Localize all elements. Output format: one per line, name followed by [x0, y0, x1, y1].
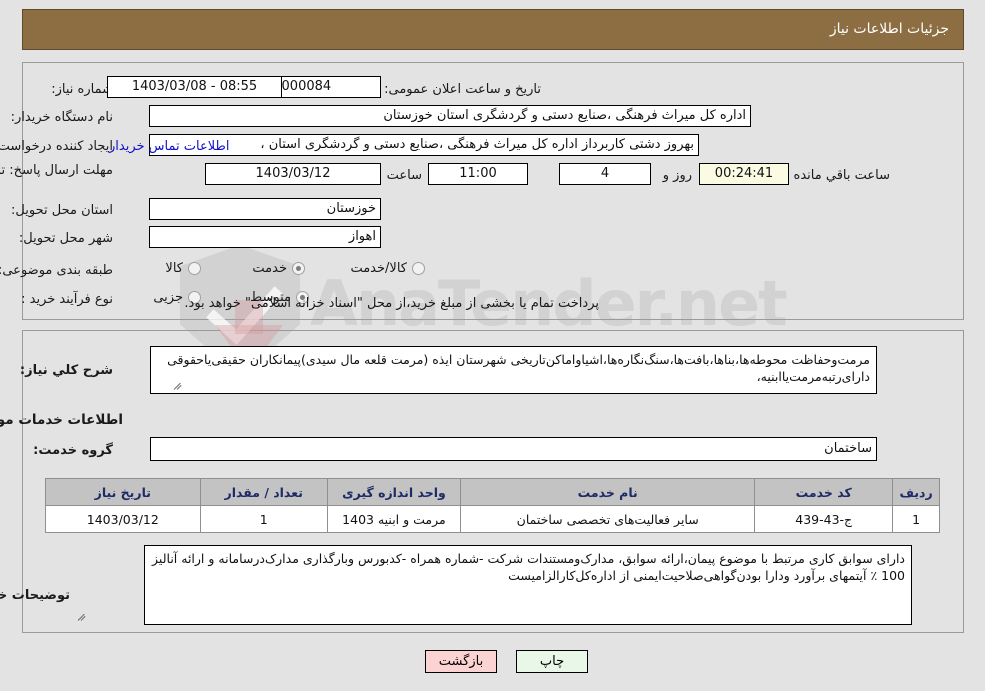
service-group-field[interactable]: ساختمان [150, 437, 877, 461]
col-unit: واحد اندازه گیری [326, 478, 462, 506]
services-table: ردیف کد خدمت نام خدمت واحد اندازه گیری ت… [45, 478, 940, 533]
radio-indicator [188, 262, 201, 275]
delivery-city-label: شهر محل تحویل: [18, 231, 113, 246]
buyer-contact-link[interactable]: اطلاعات تماس خریدار [109, 139, 229, 154]
page-header-bar: جزئیات اطلاعات نیاز [22, 9, 964, 50]
classification-radio-khedmat[interactable]: خدمت [252, 261, 305, 276]
process-option-label: جزیی [153, 290, 183, 305]
description-resize-grip[interactable] [173, 381, 183, 391]
buyer-org-field: اداره کل میراث فرهنگی ،صنایع دستی و گردش… [149, 105, 751, 127]
requester-field: بهروز دشتی کاربرداز اداره کل میراث فرهنگ… [149, 134, 699, 156]
deadline-time-field: 11:00 [428, 163, 528, 185]
page-title: جزئیات اطلاعات نیاز [829, 21, 949, 37]
need-details-panel [22, 62, 964, 320]
general-description-textarea[interactable]: مرمت‌وحفاظت محوطه‌ها،بناها،بافت‌ها،سنگ‌ن… [150, 346, 877, 394]
days-label: روز و [662, 168, 692, 183]
cell-row-no: 1 [892, 505, 940, 533]
hour-label: ساعت [386, 168, 422, 183]
deadline-label: مهلت ارسال پاسخ: تا تاریخ: [0, 163, 113, 178]
classification-option-label: خدمت [252, 261, 287, 276]
cell-quantity: 1 [199, 505, 328, 533]
buyer-notes-resize-grip[interactable] [77, 612, 87, 622]
page-root: جزئیات اطلاعات نیاز شماره نیاز: 11030053… [0, 0, 985, 691]
back-button[interactable]: بازگشت [425, 650, 497, 673]
table-header-row: ردیف کد خدمت نام خدمت واحد اندازه گیری ت… [45, 478, 940, 506]
countdown-field: 00:24:41 [699, 163, 789, 185]
col-service-code: کد خدمت [754, 478, 894, 506]
requester-label: ایجاد کننده درخواست: [0, 139, 113, 154]
classification-option-label: کالا [165, 261, 183, 276]
purchase-process-label: نوع فرآیند خرید : [21, 292, 113, 307]
announce-datetime-field: 08:55 - 1403/03/08 [107, 76, 282, 98]
days-remaining-field: 4 [559, 163, 651, 185]
service-group-label: گروه خدمت: [33, 443, 113, 458]
classification-radio-kala-khedmat[interactable]: کالا/خدمت [350, 261, 425, 276]
announce-datetime-label: تاریخ و ساعت اعلان عمومی: [384, 82, 541, 97]
buyer-notes-textarea[interactable]: دارای سوابق کاری مرتبط با موضوع پیمان،ار… [144, 545, 912, 625]
need-number-label: شماره نیاز: [51, 82, 113, 97]
col-quantity: تعداد / مقدار [199, 478, 328, 506]
delivery-city-field: اهواز [149, 226, 381, 248]
deadline-date-field: 1403/03/12 [205, 163, 381, 185]
cell-service-name: سایر فعالیت‌های تخصصی ساختمان [460, 505, 756, 533]
cell-unit: مرمت و ابنیه 1403 [326, 505, 462, 533]
delivery-province-label: استان محل تحویل: [11, 203, 113, 218]
col-need-date: تاریخ نیاز [45, 478, 201, 506]
cell-need-date: 1403/03/12 [45, 505, 201, 533]
col-row-no: ردیف [892, 478, 940, 506]
classification-label: طبقه بندی موضوعی: [0, 263, 113, 278]
col-service-name: نام خدمت [460, 478, 756, 506]
delivery-province-field: خوزستان [149, 198, 381, 220]
print-button[interactable]: چاپ [516, 650, 588, 673]
buyer-notes-label: توضیحات خریدار: [0, 588, 70, 603]
general-description-label: شرح کلي نیاز: [19, 363, 113, 378]
purchase-process-note: پرداخت تمام یا بخشی از مبلغ خرید،از محل … [184, 296, 599, 311]
classification-radio-kala[interactable]: کالا [165, 261, 201, 276]
classification-option-label: کالا/خدمت [350, 261, 407, 276]
table-row: 1 ج-43-439 سایر فعالیت‌های تخصصی ساختمان… [45, 505, 940, 533]
countdown-label: ساعت باقي مانده [793, 168, 890, 183]
radio-indicator [292, 262, 305, 275]
cell-service-code: ج-43-439 [754, 505, 894, 533]
radio-indicator [412, 262, 425, 275]
buyer-org-label: نام دستگاه خریدار: [10, 110, 113, 125]
services-section-title: اطلاعات خدمات مورد نیاز [0, 412, 123, 428]
